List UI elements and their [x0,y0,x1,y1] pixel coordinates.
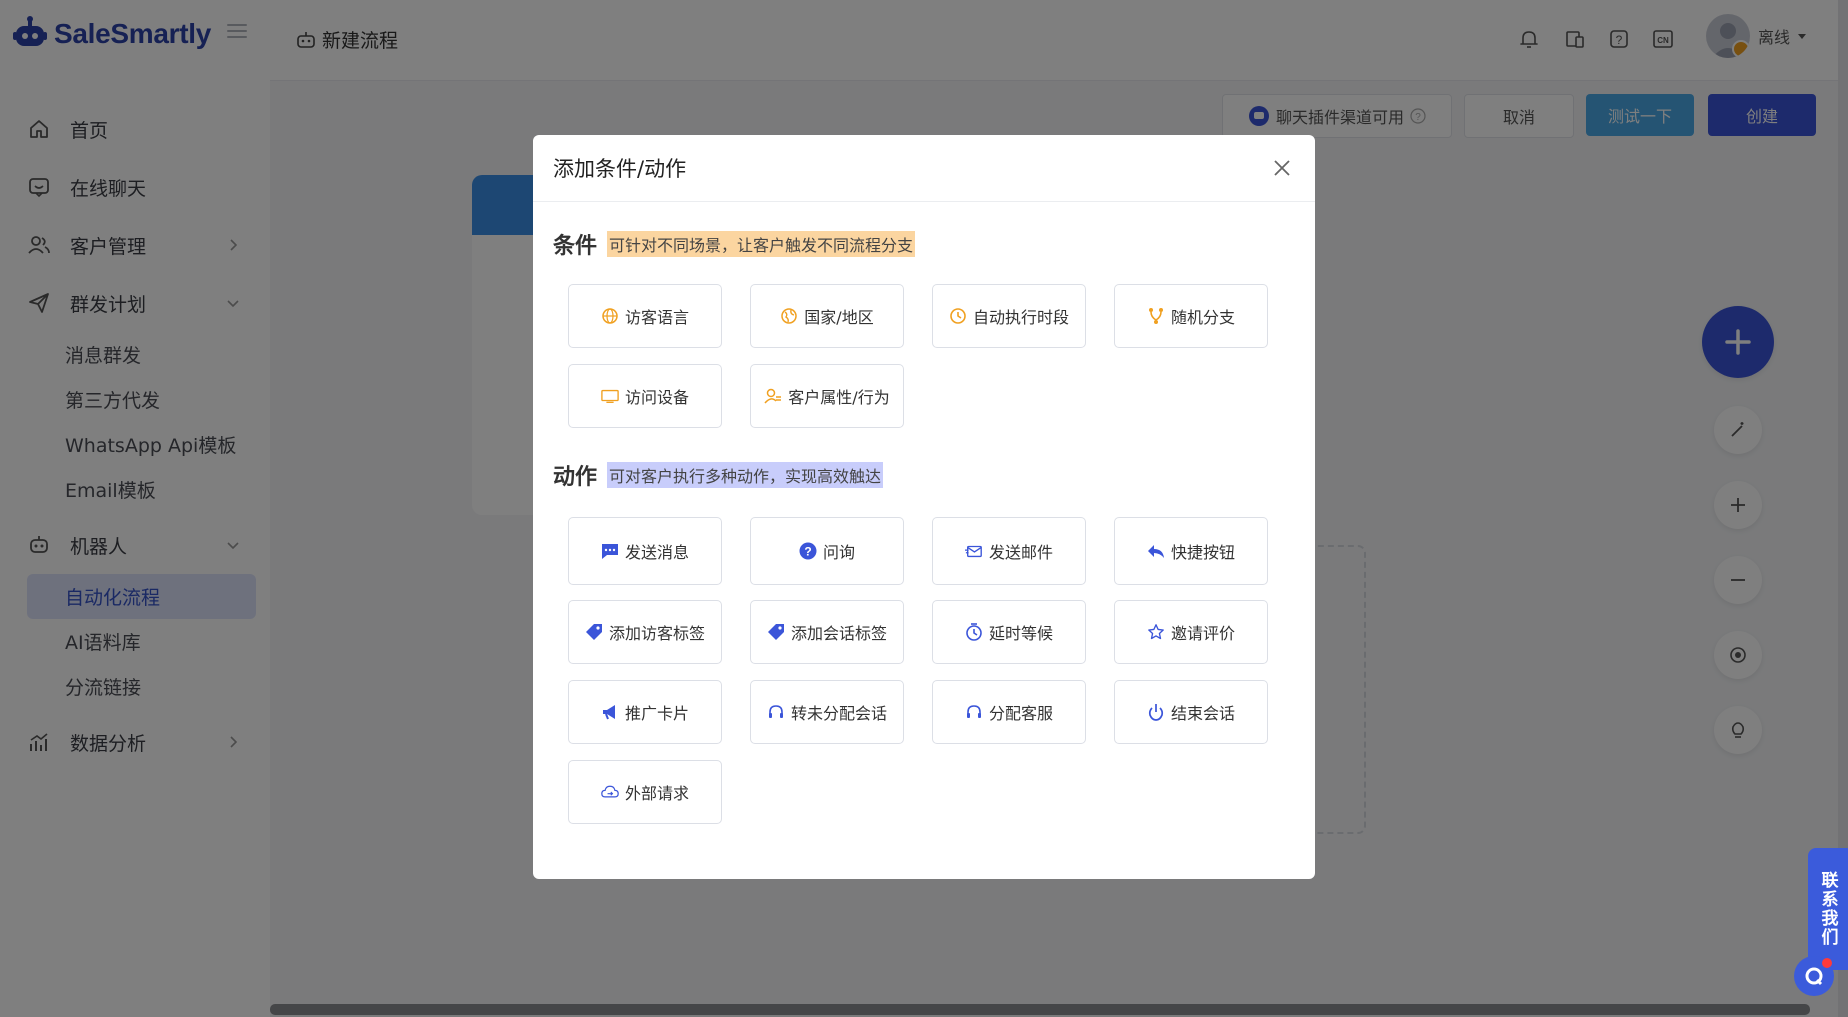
option-label: 访问设备 [624,388,689,407]
svg-text:?: ? [804,545,811,559]
option-label: 随机分支 [1170,308,1235,327]
notification-dot [1822,958,1832,968]
actions-hint: 可对客户执行多种动作，实现高效触达 [607,462,884,488]
earth-icon [780,307,798,325]
action-promo-card[interactable]: 推广卡片 [568,680,722,744]
option-label: 延时等候 [988,624,1053,643]
option-label: 结束会话 [1170,704,1235,723]
condition-random-branch[interactable]: 随机分支 [1114,284,1268,348]
action-transfer-unassigned[interactable]: 转未分配会话 [750,680,904,744]
chat-bubble-icon [1805,967,1823,986]
message-icon [601,542,619,560]
option-label: 分配客服 [988,704,1053,723]
option-label: 添加访客标签 [608,624,705,643]
action-end-session[interactable]: 结束会话 [1114,680,1268,744]
globe-icon [601,307,619,325]
add-condition-action-dialog: 添加条件/动作 条件 可针对不同场景，让客户触发不同流程分支 访客语言 国家/地… [533,135,1315,879]
option-label: 快捷按钮 [1170,543,1235,562]
condition-visit-device[interactable]: 访问设备 [568,364,722,428]
option-label: 问询 [822,543,855,562]
action-assign-agent[interactable]: 分配客服 [932,680,1086,744]
actions-section-title: 动作 可对客户执行多种动作，实现高效触达 [553,459,884,491]
option-label: 外部请求 [624,784,689,803]
action-send-email[interactable]: 发送邮件 [932,517,1086,585]
action-add-visitor-tag[interactable]: 添加访客标签 [568,600,722,664]
action-add-session-tag[interactable]: 添加会话标签 [750,600,904,664]
tag-icon [585,623,603,641]
user-attr-icon [764,387,782,405]
action-delay-wait[interactable]: 延时等候 [932,600,1086,664]
option-label: 发送消息 [624,543,689,562]
action-invite-review[interactable]: 邀请评价 [1114,600,1268,664]
branch-icon [1147,307,1165,325]
monitor-icon [601,387,619,405]
condition-auto-schedule[interactable]: 自动执行时段 [932,284,1086,348]
option-label: 自动执行时段 [972,308,1069,327]
option-label: 访客语言 [624,308,689,327]
cloud-icon [601,783,619,801]
star-icon [1147,623,1165,641]
action-external-request[interactable]: 外部请求 [568,760,722,824]
option-label: 发送邮件 [988,543,1053,562]
action-quick-button[interactable]: 快捷按钮 [1114,517,1268,585]
option-label: 添加会话标签 [790,624,887,643]
headset-icon [767,703,785,721]
action-send-message[interactable]: 发送消息 [568,517,722,585]
action-inquiry[interactable]: ? 问询 [750,517,904,585]
tag-icon [767,623,785,641]
conditions-heading: 条件 [553,234,598,259]
condition-customer-attribute[interactable]: 客户属性/行为 [750,364,904,428]
dialog-title: 添加条件/动作 [553,157,687,181]
conditions-hint: 可针对不同场景，让客户触发不同流程分支 [607,231,916,257]
dialog-divider [533,201,1315,202]
chat-bubble-button[interactable] [1794,956,1834,996]
power-icon [1147,703,1165,721]
question-icon: ? [799,542,817,560]
condition-visitor-language[interactable]: 访客语言 [568,284,722,348]
contact-us-tab[interactable]: 联系我们 [1808,848,1848,970]
clock-icon [949,307,967,325]
mail-icon [964,542,983,560]
conditions-section-title: 条件 可针对不同场景，让客户触发不同流程分支 [553,228,916,260]
headset-icon [965,703,983,721]
option-label: 转未分配会话 [790,704,887,723]
timer-icon [965,623,983,641]
option-label: 国家/地区 [804,308,874,327]
option-label: 邀请评价 [1170,624,1235,643]
reply-icon [1147,542,1165,560]
option-label: 推广卡片 [624,704,689,723]
megaphone-icon [601,703,619,721]
actions-heading: 动作 [553,465,598,490]
close-icon[interactable] [1271,157,1293,179]
option-label: 客户属性/行为 [788,388,890,407]
condition-country-region[interactable]: 国家/地区 [750,284,904,348]
